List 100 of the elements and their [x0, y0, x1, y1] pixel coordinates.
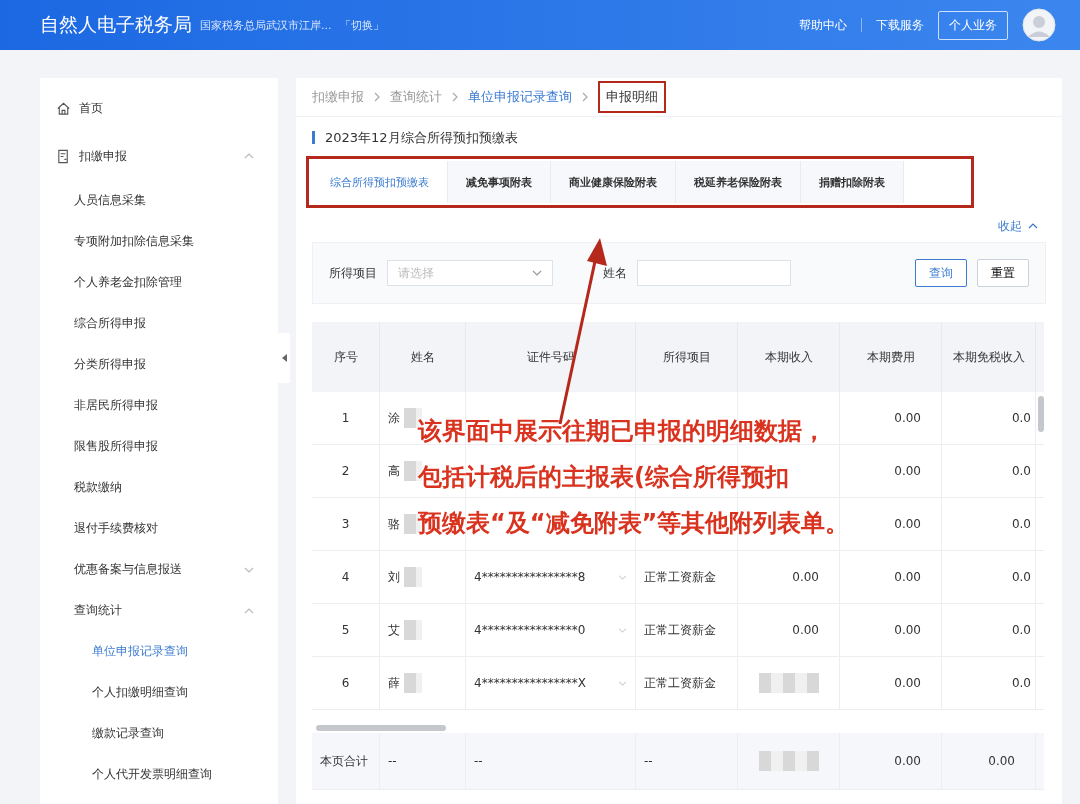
chevron-up-icon — [1028, 223, 1038, 229]
sidebar-item[interactable]: 分类所得申报 — [40, 344, 278, 385]
table-cell: 1 — [312, 392, 380, 444]
horizontal-scrollbar[interactable] — [316, 725, 446, 731]
section-title: 2023年12月综合所得预扣预缴表 — [312, 131, 1046, 144]
header-link[interactable]: 帮助中心 — [799, 16, 847, 34]
field-label: 所得项目 — [329, 264, 377, 282]
table-cell: 薛 — [388, 674, 400, 692]
sidebar-item[interactable]: 专项附加扣除信息采集 — [40, 221, 278, 262]
annotation-text: 该界面中展示往期已申报的明细数据， 包括计税后的主报表(综合所得预扣 预缴表“及“减免附表”等其他附列表单。 — [418, 416, 850, 539]
site-title: 自然人电子税务局 — [40, 12, 192, 37]
chevron-down-icon — [532, 270, 542, 276]
table-cell: 正常工资薪金 — [644, 568, 716, 586]
table-cell: 涂 — [388, 409, 400, 427]
column-header: 序号 — [312, 322, 380, 392]
tab[interactable]: 税延养老保险附表 — [676, 161, 801, 203]
table-cell: 0.00 — [894, 411, 921, 425]
table-cell: 0.0 — [1011, 464, 1031, 478]
table-cell: 6 — [312, 657, 380, 709]
table-cell: -- — [636, 733, 738, 789]
tax-office-name: 国家税务总局武汉市江岸... — [200, 17, 332, 33]
header-link[interactable]: 下载服务 — [876, 16, 924, 34]
document-icon — [56, 148, 71, 164]
column-header: 本期费用 — [840, 322, 942, 392]
column-header: 本期免税收入 — [942, 322, 1036, 392]
sidebar-item[interactable]: 扣缴申报 — [40, 132, 278, 180]
mosaic-blur — [404, 567, 422, 587]
chevron-down-icon[interactable] — [618, 680, 627, 686]
sidebar-item[interactable]: 非居民所得申报 — [40, 385, 278, 426]
column-header: 所得项目 — [636, 322, 738, 392]
table-cell: 2 — [312, 445, 380, 497]
table-cell: 本页合计 — [312, 733, 380, 789]
table-cell: 骆 — [388, 515, 400, 533]
table-cell: 0.0 — [1011, 517, 1031, 531]
dropdown-placeholder: 请选择 — [398, 264, 435, 282]
sidebar-item[interactable]: 综合所得申报 — [40, 303, 278, 344]
table-cell: 4****************8 — [474, 570, 586, 584]
table-cell: 4****************X — [474, 676, 586, 690]
table-cell: 正常工资薪金 — [644, 621, 716, 639]
sidebar-item[interactable]: 限售股所得申报 — [40, 426, 278, 467]
sidebar-item[interactable]: 个人代开发票明细查询 — [40, 754, 278, 795]
sidebar-item[interactable]: 单位申报记录查询 — [40, 631, 278, 672]
table-cell: 4 — [312, 551, 380, 603]
home-icon — [56, 100, 71, 116]
breadcrumb-current: 申报明细 — [606, 89, 658, 104]
table-cell: 0.0 — [1011, 676, 1031, 690]
table-cell: 0.00 — [894, 623, 921, 637]
query-button[interactable]: 查询 — [915, 259, 967, 287]
sidebar-item[interactable]: 首页 — [40, 84, 278, 132]
vertical-scrollbar[interactable] — [1038, 396, 1044, 432]
table-cell: 0.00 — [894, 464, 921, 478]
table-cell: 0.00 — [792, 623, 819, 637]
column-header: 本期收入 — [738, 322, 840, 392]
triangle-left-icon — [281, 354, 287, 362]
chevron-down-icon[interactable] — [618, 574, 627, 580]
sidebar-item[interactable]: 个人扣缴明细查询 — [40, 672, 278, 713]
chevron-down-icon[interactable] — [618, 627, 627, 633]
sidebar-item[interactable]: 个人养老金扣除管理 — [40, 262, 278, 303]
table-cell: 0.00 — [840, 733, 942, 789]
table-cell: 3 — [312, 498, 380, 550]
personal-business-button[interactable]: 个人业务 — [938, 10, 1008, 40]
chevron-right-icon — [452, 92, 458, 102]
table-cell: 高 — [388, 462, 400, 480]
table-cell: 0.00 — [894, 570, 921, 584]
table-cell: 4****************0 — [474, 623, 586, 637]
tab[interactable]: 商业健康保险附表 — [551, 161, 676, 203]
sidebar-item[interactable]: 查询统计 — [40, 590, 278, 631]
chevron-right-icon — [582, 92, 588, 102]
table-cell: 刘 — [388, 568, 400, 586]
table-cell: 0.0 — [1011, 570, 1031, 584]
chevron-right-icon — [374, 92, 380, 102]
collapse-link[interactable]: 收起 — [998, 217, 1022, 235]
sidebar-item[interactable]: 退付手续费核对 — [40, 508, 278, 549]
avatar-icon[interactable] — [1022, 8, 1056, 42]
table-cell: 0.00 — [942, 733, 1036, 789]
sidebar-item[interactable]: 税款缴纳 — [40, 467, 278, 508]
breadcrumb-link[interactable]: 单位申报记录查询 — [468, 88, 572, 106]
tab[interactable]: 减免事项附表 — [448, 161, 551, 203]
sidebar-item[interactable]: 人员信息采集 — [40, 180, 278, 221]
reset-button[interactable]: 重置 — [977, 259, 1029, 287]
table-cell: 0.00 — [894, 517, 921, 531]
table-cell: 0.00 — [792, 570, 819, 584]
tab[interactable]: 捐赠扣除附表 — [801, 161, 904, 203]
table-cell: -- — [380, 733, 466, 789]
table-cell: 正常工资薪金 — [644, 674, 716, 692]
table-cell: -- — [466, 733, 636, 789]
name-input-field[interactable] — [637, 260, 791, 286]
sidebar-item[interactable]: 优惠备案与信息报送 — [40, 549, 278, 590]
table-cell: 5 — [312, 604, 380, 656]
column-header: 姓名 — [380, 322, 466, 392]
table-cell: 0.00 — [894, 676, 921, 690]
switch-link[interactable]: 「切换」 — [339, 17, 384, 33]
field-label: 姓名 — [603, 264, 627, 282]
mosaic-blur — [404, 673, 422, 693]
sidebar-item[interactable]: 缴款记录查询 — [40, 713, 278, 754]
table-cell: 0.0 — [1011, 623, 1031, 637]
mosaic-blur — [404, 620, 422, 640]
table-cell: 0.0 — [1011, 411, 1031, 425]
collapse-sidebar-button[interactable] — [278, 333, 290, 383]
table-cell: 艾 — [388, 621, 400, 639]
